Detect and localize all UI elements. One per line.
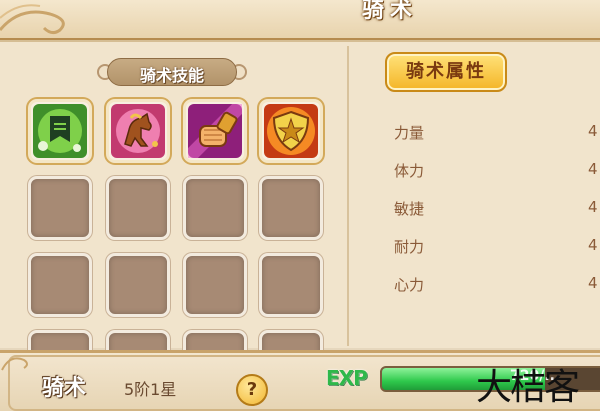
attribute-label: 敏捷	[394, 200, 425, 218]
attribute-value: 4	[588, 122, 598, 140]
watermark: 大桔客	[476, 367, 580, 408]
attribute-row-stamina: 体力 4	[360, 150, 600, 188]
help-button[interactable]: ?	[236, 374, 268, 406]
empty-skill-slot[interactable]	[183, 176, 247, 240]
skill-slot[interactable]	[28, 99, 92, 163]
horsemanship-window: 骑术 骑术技能 骑术属性 力量 4 体力 4 敏捷 4 耐力 4 心力 4 骑术…	[0, 0, 600, 411]
attribute-value: 4	[588, 274, 598, 292]
attributes-tab-label: 骑术属性	[406, 61, 486, 82]
empty-skill-slot[interactable]	[106, 176, 170, 240]
empty-skill-slot[interactable]	[259, 253, 323, 317]
exp-label: EXP	[326, 366, 368, 390]
empty-skill-slot[interactable]	[28, 176, 92, 240]
empty-skill-slot[interactable]	[259, 176, 323, 240]
rank-text: 5阶1星	[124, 380, 177, 399]
attributes-tab[interactable]: 骑术属性	[385, 52, 507, 92]
attribute-value: 4	[588, 198, 598, 216]
skill-name: 骑术	[42, 375, 87, 401]
attribute-label: 力量	[394, 124, 425, 142]
title-bar: 骑术	[0, 0, 600, 40]
attribute-row-agility: 敏捷 4	[360, 188, 600, 226]
attribute-value: 4	[588, 236, 598, 254]
skills-title: 骑术技能	[139, 66, 204, 85]
skills-header: 骑术技能	[97, 56, 247, 88]
panel-divider	[347, 46, 349, 346]
skill-slot[interactable]	[106, 99, 170, 163]
attribute-row-spirit: 心力 4	[360, 264, 600, 302]
attribute-label: 心力	[394, 276, 425, 294]
empty-skill-slot[interactable]	[183, 253, 247, 317]
window-title: 骑术	[361, 0, 418, 23]
cloud-ornament-icon	[0, 4, 65, 35]
attribute-label: 体力	[394, 162, 425, 180]
attribute-row-endurance: 耐力 4	[360, 226, 600, 264]
attribute-label: 耐力	[394, 238, 425, 256]
attribute-value: 4	[588, 160, 598, 178]
cloud-corner-icon	[1, 357, 28, 371]
attribute-row-strength: 力量 4	[360, 112, 600, 150]
skill-slot[interactable]	[183, 99, 247, 163]
empty-skill-slot[interactable]	[28, 253, 92, 317]
skill-slot[interactable]	[259, 99, 323, 163]
empty-skill-slot[interactable]	[106, 253, 170, 317]
